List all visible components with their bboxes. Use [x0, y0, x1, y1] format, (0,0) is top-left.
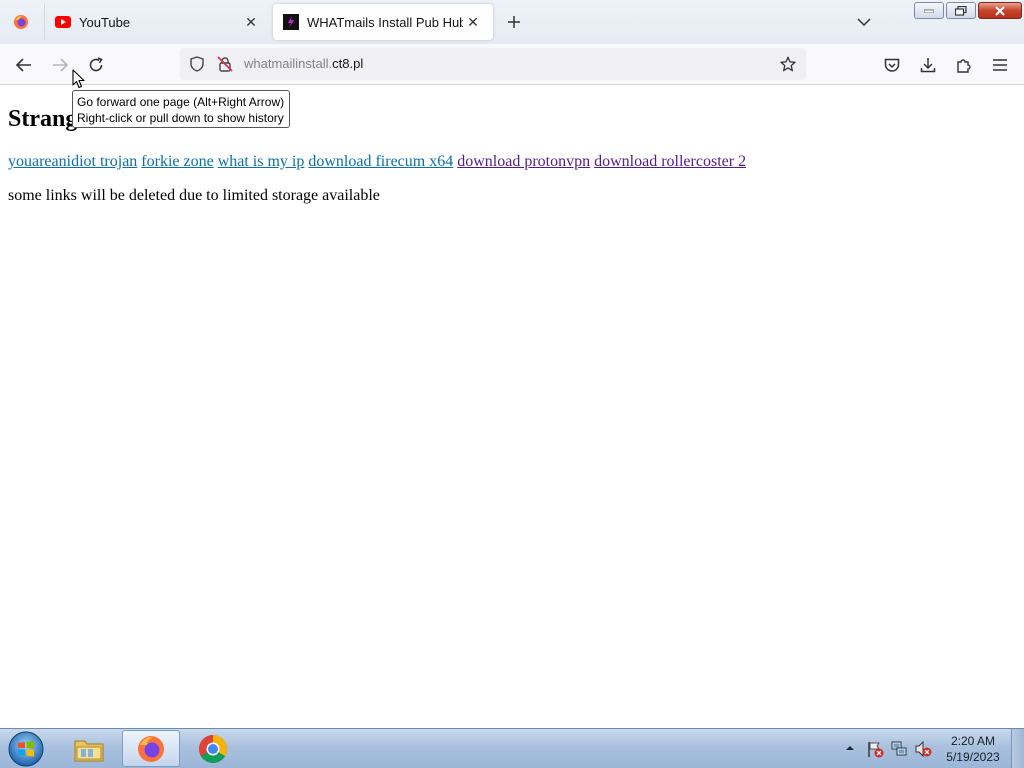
show-desktop-button[interactable]	[1011, 729, 1024, 768]
page-link[interactable]: download protonvpn	[457, 153, 590, 170]
new-tab-button[interactable]	[503, 11, 525, 33]
taskbar-firefox[interactable]	[122, 730, 180, 767]
start-button[interactable]	[6, 730, 46, 768]
forward-button-tooltip: Go forward one page (Alt+Right Arrow) Ri…	[72, 90, 290, 128]
windows-start-orb-icon	[8, 731, 44, 767]
downloads-button[interactable]	[916, 53, 940, 77]
taskbar-file-explorer[interactable]	[60, 730, 118, 767]
plus-icon	[508, 16, 520, 28]
restore-icon	[955, 5, 967, 16]
page-link[interactable]: forkie zone	[141, 153, 213, 170]
firefox-icon	[14, 15, 28, 29]
tab-title: WHATmails Install Pub Hub	[307, 14, 463, 30]
list-all-tabs-button[interactable]	[854, 12, 874, 32]
reload-button[interactable]	[84, 53, 108, 77]
mouse-cursor-icon	[72, 69, 85, 89]
arrow-right-icon	[53, 58, 68, 72]
page-link[interactable]: download firecum x64	[308, 153, 453, 170]
page-content: Strang youareanidiot trojan forkie zone wh…	[0, 85, 1024, 728]
bookmark-star-icon[interactable]	[780, 56, 796, 72]
clock-date: 5/19/2023	[946, 750, 1000, 764]
youtube-icon	[55, 14, 71, 30]
download-icon	[920, 58, 936, 73]
tooltip-line: Go forward one page (Alt+Right Arrow)	[77, 95, 285, 109]
page-link[interactable]: youareanidiot trojan	[8, 153, 137, 170]
chrome-icon	[199, 734, 227, 763]
network-icon[interactable]	[890, 740, 908, 758]
forward-button[interactable]	[48, 53, 72, 77]
tab-title: YouTube	[79, 14, 131, 30]
window-controls	[914, 2, 1022, 19]
back-button[interactable]	[12, 53, 36, 77]
reload-icon	[89, 57, 103, 72]
chevron-down-icon	[857, 18, 871, 26]
url-text[interactable]: whatmailinstall.ct8.pl	[244, 56, 363, 72]
tab-youtube[interactable]: YouTube ✕	[44, 4, 271, 40]
pocket-icon	[884, 58, 900, 72]
url-subdomain: whatmailinstall.	[244, 56, 333, 71]
system-clock[interactable]: 2:20 AM 5/19/2023	[940, 733, 1006, 765]
puzzle-icon	[957, 59, 971, 73]
navigation-toolbar: whatmailinstall.ct8.pl	[0, 44, 1024, 85]
taskbar-chrome[interactable]	[184, 730, 242, 767]
app-menu-button[interactable]	[988, 53, 1012, 77]
close-tab-icon[interactable]: ✕	[241, 12, 261, 32]
close-tab-icon[interactable]: ✕	[463, 12, 483, 32]
storage-notice: some links will be deleted due to limite…	[8, 187, 380, 204]
show-hidden-icons-icon[interactable]	[843, 741, 857, 755]
page-heading: Strang	[8, 106, 78, 132]
firefox-icon	[138, 735, 164, 762]
file-explorer-icon	[74, 740, 104, 761]
restore-button[interactable]	[946, 2, 976, 19]
address-bar[interactable]: whatmailinstall.ct8.pl	[180, 48, 806, 80]
hamburger-menu-icon	[993, 59, 1007, 71]
minimize-button[interactable]	[914, 2, 944, 19]
firefox-view-button[interactable]	[0, 0, 42, 44]
minimize-icon	[924, 9, 934, 13]
close-icon	[995, 5, 1005, 16]
page-link[interactable]: what is my ip	[218, 153, 305, 170]
volume-muted-icon[interactable]	[914, 740, 932, 758]
pocket-button[interactable]	[880, 53, 904, 77]
clock-time: 2:20 AM	[950, 734, 996, 748]
extensions-button[interactable]	[952, 53, 976, 77]
tracking-protection-shield-icon[interactable]	[189, 56, 205, 72]
tab-strip: YouTube ✕ WHATmails Install Pub Hub ✕	[0, 0, 1024, 44]
action-center-flag-icon[interactable]	[866, 740, 884, 758]
arrow-left-icon	[16, 58, 31, 72]
tooltip-line: Right-click or pull down to show history	[77, 111, 284, 125]
page-link[interactable]: download rollercoster 2	[594, 153, 746, 170]
site-logo-icon	[283, 14, 299, 30]
link-list: youareanidiot trojan forkie zone what is m…	[8, 152, 750, 172]
taskbar: 2:20 AM 5/19/2023	[0, 728, 1024, 768]
tab-whatmails[interactable]: WHATmails Install Pub Hub ✕	[273, 4, 493, 40]
insecure-lock-icon[interactable]	[217, 56, 233, 72]
close-window-button[interactable]	[978, 2, 1022, 19]
url-domain: ct8.pl	[332, 56, 364, 71]
